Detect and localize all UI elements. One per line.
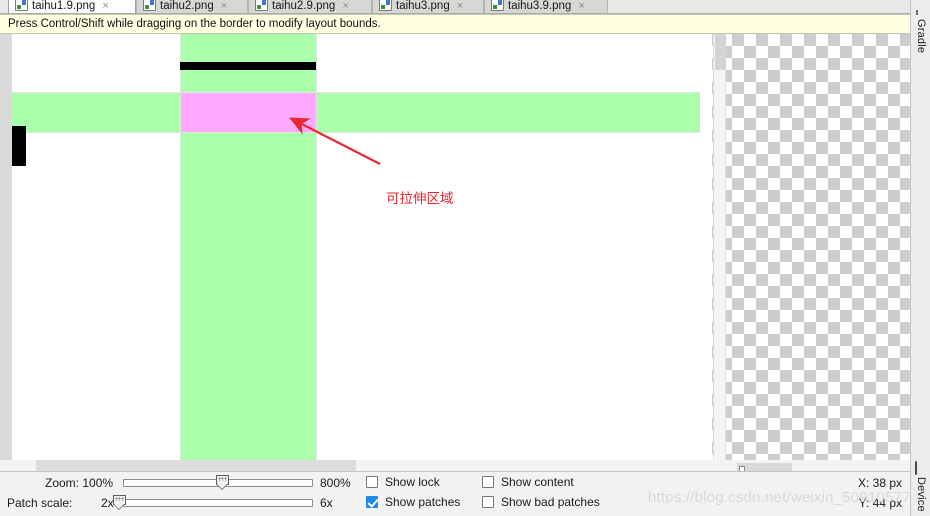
- checkbox-show-lock[interactable]: Show lock: [366, 475, 440, 489]
- checkbox-label: Show lock: [385, 475, 440, 489]
- guide-line-top: [12, 92, 700, 93]
- close-icon[interactable]: ×: [342, 1, 348, 12]
- image-file-icon: [15, 0, 28, 11]
- checkbox-show-content[interactable]: Show content: [482, 475, 574, 489]
- checkbox-show-patches[interactable]: Show patches: [366, 495, 460, 509]
- editor-tab-3[interactable]: taihu3.png ×: [372, 0, 484, 13]
- close-icon[interactable]: ×: [221, 1, 227, 12]
- zoom-max-label: 800%: [320, 476, 351, 490]
- rail-tab-device[interactable]: Device: [911, 461, 930, 512]
- right-tool-rail: Gradle Device: [910, 0, 930, 516]
- checkbox-show-bad-patches[interactable]: Show bad patches: [482, 495, 600, 509]
- watermark-text: https://blog.csdn.net/weixin_50910577: [648, 489, 911, 506]
- patch-scale-min-label: 2x: [101, 496, 114, 510]
- zoom-slider-thumb[interactable]: [216, 475, 229, 491]
- close-icon[interactable]: ×: [578, 1, 584, 12]
- image-preview-sheet[interactable]: [12, 34, 712, 460]
- vertical-scrollbar-thumb[interactable]: [715, 34, 726, 70]
- hint-banner: Press Control/Shift while dragging on th…: [0, 14, 930, 34]
- image-file-icon: [379, 0, 392, 11]
- editor-tab-1[interactable]: taihu2.png ×: [136, 0, 248, 13]
- patch-scale-max-label: 6x: [320, 496, 333, 510]
- rail-tab-gradle[interactable]: Gradle: [911, 4, 930, 53]
- close-icon[interactable]: ×: [102, 1, 108, 12]
- patch-marker-left[interactable]: [12, 126, 26, 166]
- patch-scale-label: Patch scale:: [7, 496, 73, 510]
- editor-tab-label: taihu3.9.png: [508, 0, 572, 12]
- patch-scale-slider[interactable]: [123, 499, 313, 507]
- editor-tab-0[interactable]: taihu1.9.png ×: [8, 0, 136, 13]
- editor-tab-4[interactable]: taihu3.9.png ×: [484, 0, 608, 13]
- checkbox-box[interactable]: [482, 476, 494, 488]
- editor-tab-label: taihu1.9.png: [32, 0, 96, 12]
- canvas-left-gutter: [0, 34, 12, 460]
- image-file-icon: [255, 0, 268, 11]
- guide-line-bottom: [12, 132, 700, 133]
- ninepatch-editor-window: taihu1.9.png × taihu2.png × taihu2.9.png…: [0, 0, 930, 516]
- checkbox-label: Show bad patches: [501, 495, 600, 509]
- rail-tab-label: Gradle: [915, 19, 927, 54]
- horizontal-scrollbar-thumb[interactable]: [36, 460, 356, 471]
- checkbox-label: Show patches: [385, 495, 461, 509]
- ninepatch-canvas[interactable]: 可拉伸区域: [0, 34, 910, 460]
- device-icon: [915, 461, 927, 475]
- editor-tab-label: taihu2.9.png: [272, 0, 336, 12]
- checkbox-box[interactable]: [482, 496, 494, 508]
- editor-tab-strip: taihu1.9.png × taihu2.png × taihu2.9.png…: [0, 0, 930, 14]
- editor-tab-label: taihu2.png: [160, 0, 214, 12]
- zoom-label: Zoom: 100%: [45, 476, 114, 490]
- both-stretch-region: [180, 92, 316, 132]
- guide-line-right: [316, 34, 317, 460]
- guide-line-left: [180, 34, 181, 460]
- image-file-icon: [491, 0, 504, 11]
- canvas-vertical-scrollbar[interactable]: [713, 34, 726, 460]
- patch-scale-slider-thumb[interactable]: [113, 495, 126, 511]
- gradle-icon: [915, 4, 927, 16]
- checkbox-box[interactable]: [366, 476, 378, 488]
- editor-tab-label: taihu3.png: [396, 0, 450, 12]
- checkbox-label: Show content: [501, 475, 574, 489]
- horizontal-stretch-region: [12, 92, 700, 132]
- cursor-x-readout: X: 38 px: [857, 476, 902, 490]
- close-icon[interactable]: ×: [457, 1, 463, 12]
- editor-tab-2[interactable]: taihu2.9.png ×: [248, 0, 372, 13]
- rail-tab-label: Device: [915, 477, 927, 512]
- hint-text: Press Control/Shift while dragging on th…: [8, 18, 381, 30]
- patch-marker-top[interactable]: [180, 62, 316, 70]
- image-file-icon: [143, 0, 156, 11]
- checkbox-box[interactable]: [366, 496, 378, 508]
